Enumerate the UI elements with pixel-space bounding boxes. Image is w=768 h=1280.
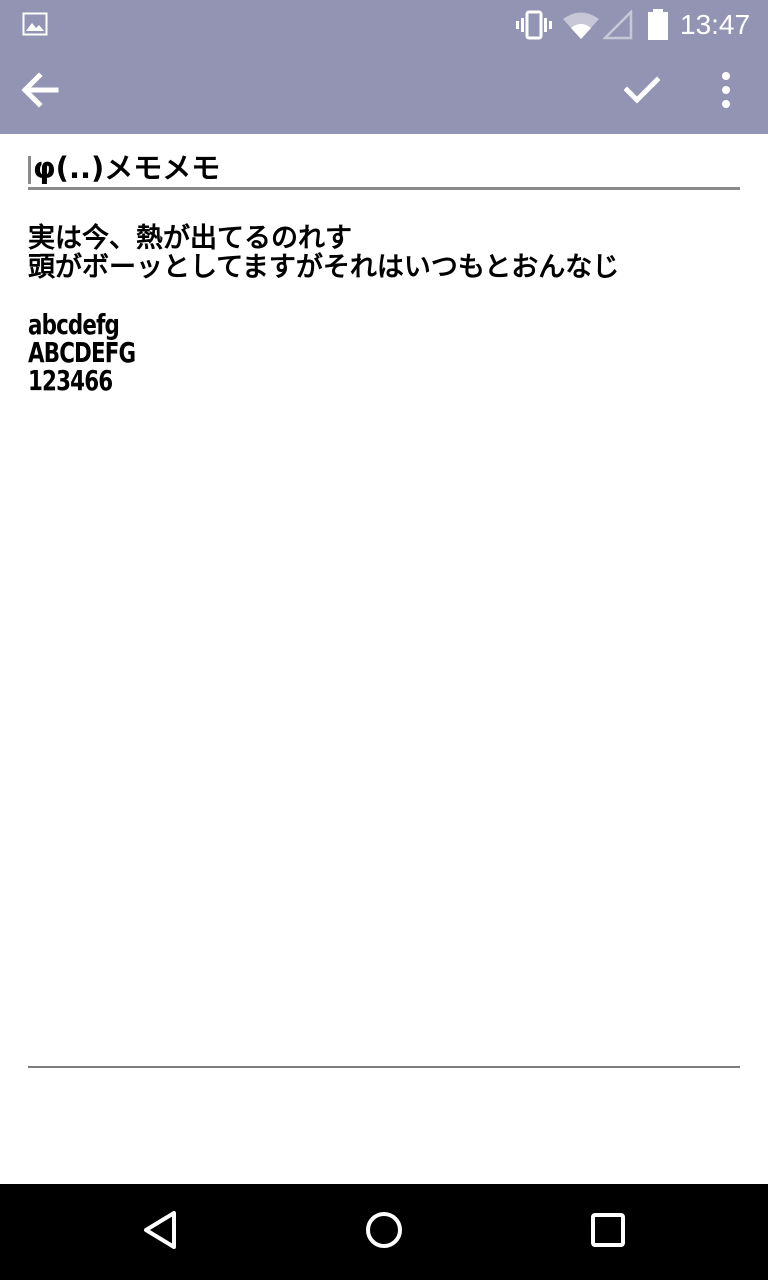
signal-icon bbox=[601, 8, 633, 44]
wifi-icon bbox=[562, 10, 600, 44]
status-clock: 13:47 bbox=[680, 9, 751, 40]
nav-recents-button[interactable] bbox=[576, 1200, 640, 1264]
text-cursor bbox=[28, 156, 31, 184]
memo-body-blank-line bbox=[28, 282, 740, 311]
memo-body-line: 123466 bbox=[28, 364, 113, 397]
nav-recents-icon bbox=[591, 1213, 625, 1251]
check-icon bbox=[623, 76, 661, 108]
battery-icon bbox=[647, 9, 669, 45]
gallery-icon bbox=[22, 12, 48, 40]
nav-back-button[interactable] bbox=[128, 1200, 192, 1264]
nav-home-button[interactable] bbox=[352, 1200, 416, 1264]
back-arrow-icon bbox=[20, 72, 60, 112]
memo-body-line: abcdefg bbox=[28, 308, 120, 341]
memo-body-line: 頭がボーッとしてますがそれはいつもとおんなじ bbox=[28, 252, 620, 283]
memo-title-text: φ(..)メモメモ bbox=[33, 151, 221, 185]
overflow-menu-button[interactable] bbox=[694, 60, 758, 124]
back-button[interactable] bbox=[8, 60, 72, 124]
toolbar bbox=[0, 50, 768, 134]
navigation-bar bbox=[0, 1184, 768, 1280]
memo-body-line: 実は今、熱が出てるのれす bbox=[28, 223, 352, 254]
nav-home-icon bbox=[365, 1211, 403, 1253]
bottom-divider bbox=[28, 1066, 740, 1068]
memo-body-line: ABCDEFG bbox=[28, 336, 136, 369]
save-button[interactable] bbox=[610, 60, 674, 124]
memo-title-input[interactable]: φ(..)メモメモ bbox=[28, 148, 740, 190]
overflow-menu-icon bbox=[721, 71, 731, 113]
vibrate-icon bbox=[516, 10, 552, 44]
nav-back-icon bbox=[142, 1210, 178, 1254]
status-bar: 13:47 bbox=[0, 0, 768, 50]
memo-body-input[interactable]: 実は今、熱が出てるのれす 頭がボーッとしてますがそれはいつもとおんなじ abcd… bbox=[28, 224, 740, 395]
